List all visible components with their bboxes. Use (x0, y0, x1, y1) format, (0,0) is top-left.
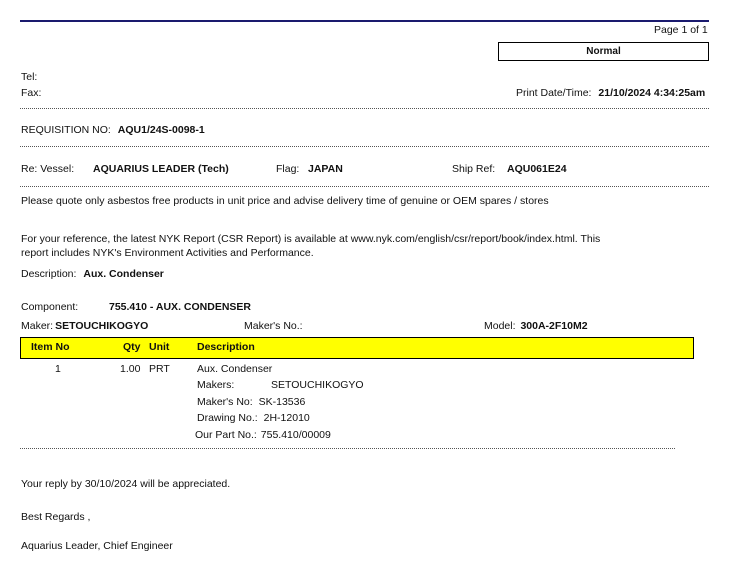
col-header-qty: Qty (123, 341, 141, 353)
cell-part-label: Our Part No.: (195, 429, 257, 441)
cell-part-line: Our Part No.: 755.410/00009 (195, 429, 331, 441)
cell-drawing-value: 2H-12010 (263, 412, 310, 424)
signature: Aquarius Leader, Chief Engineer (21, 540, 173, 552)
model-label: Model: (484, 320, 516, 332)
vessel-name: AQUARIUS LEADER (Tech) (93, 163, 229, 175)
fax-label: Fax: (21, 87, 42, 99)
priority-box: Normal (498, 42, 709, 61)
nyk-note-line1: For your reference, the latest NYK Repor… (21, 233, 601, 245)
col-header-unit: Unit (149, 341, 170, 353)
print-label: Print Date/Time: (516, 87, 592, 99)
ship-ref-value: AQU061E24 (507, 163, 567, 175)
description-line: Description: Aux. Condenser (21, 268, 164, 280)
cell-drawing-line: Drawing No.: 2H-12010 (197, 412, 310, 424)
page-number: Page 1 of 1 (654, 24, 708, 36)
cell-makers-label: Makers: (197, 379, 235, 391)
top-rule (20, 20, 709, 22)
maker-label: Maker: (21, 320, 54, 332)
nyk-note-line2: report includes NYK's Environment Activi… (21, 247, 314, 259)
cell-description: Aux. Condenser (197, 363, 273, 375)
col-header-item-no: Item No (31, 341, 70, 353)
requisition-line: REQUISITION NO: AQU1/24S-0098-1 (21, 124, 205, 136)
cell-unit: PRT (149, 363, 170, 375)
cell-makers-no-line: Maker's No: SK-13536 (197, 396, 305, 408)
description-label: Description: (21, 268, 77, 280)
reply-note: Your reply by 30/10/2024 will be appreci… (21, 478, 231, 490)
flag-label: Flag: (276, 163, 300, 175)
print-value: 21/10/2024 4:34:25am (598, 87, 706, 99)
divider (20, 186, 709, 187)
requisition-number: AQU1/24S-0098-1 (117, 124, 205, 136)
maker-value: SETOUCHIKOGYO (55, 320, 149, 332)
best-regards: Best Regards , (21, 511, 91, 523)
vessel-label: Re: Vessel: (21, 163, 75, 175)
cell-part-value: 755.410/00009 (260, 429, 331, 441)
cell-makers-no-value: SK-13536 (258, 396, 306, 408)
flag-value: JAPAN (308, 163, 343, 175)
component-value: 755.410 - AUX. CONDENSER (109, 301, 251, 313)
divider (20, 448, 675, 449)
print-datetime: Print Date/Time: 21/10/2024 4:34:25am (516, 87, 705, 99)
requisition-label: REQUISITION NO: (21, 124, 111, 136)
divider (20, 108, 709, 109)
cell-makers-value: SETOUCHIKOGYO (271, 379, 364, 391)
ship-ref-label: Ship Ref: (452, 163, 496, 175)
col-header-description: Description (197, 341, 255, 353)
makers-no-label: Maker's No.: (244, 320, 303, 332)
maker-line: Maker: SETOUCHIKOGYO (21, 320, 148, 332)
divider (20, 146, 709, 147)
cell-item-no: 1 (55, 363, 61, 375)
cell-drawing-label: Drawing No.: (197, 412, 258, 424)
model-value: 300A-2F10M2 (520, 320, 588, 332)
component-label: Component: (21, 301, 79, 313)
model-line: Model: 300A-2F10M2 (484, 320, 588, 332)
items-table-header: Item No Qty Unit Description (20, 337, 694, 359)
cell-qty: 1.00 (120, 363, 141, 375)
cell-makers-no-label: Maker's No: (197, 396, 253, 408)
tel-label: Tel: (21, 71, 38, 83)
description-value: Aux. Condenser (83, 268, 164, 280)
quote-note: Please quote only asbestos free products… (21, 195, 549, 207)
